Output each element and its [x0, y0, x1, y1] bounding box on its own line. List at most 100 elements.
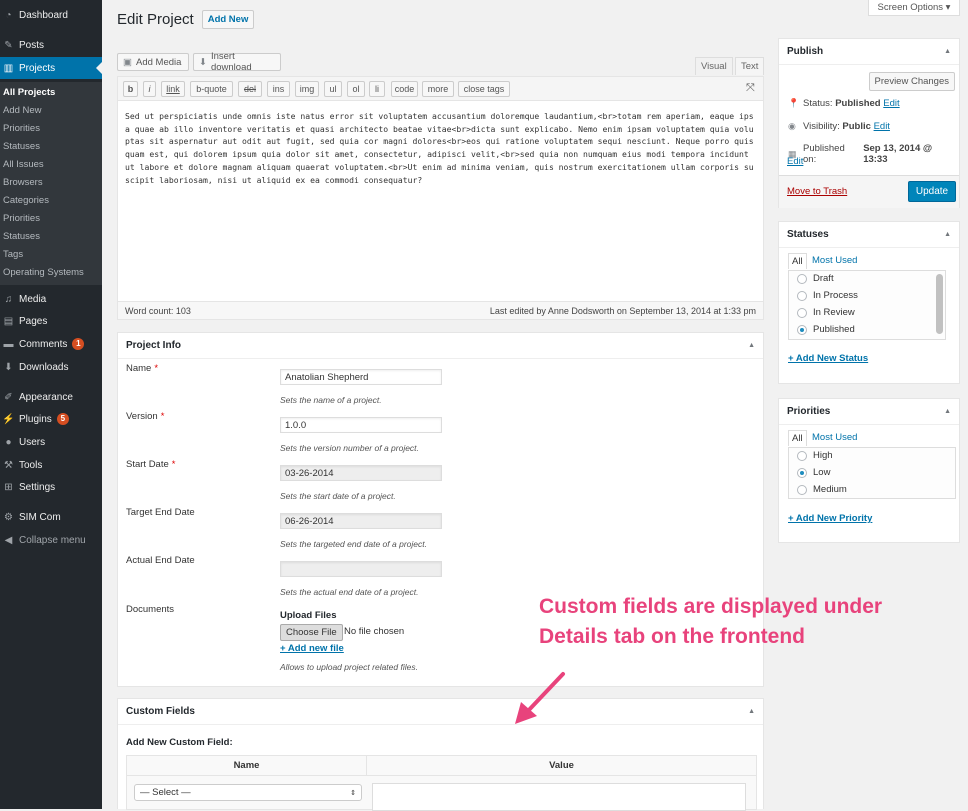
tab-most-used-statuses[interactable]: Most Used: [812, 255, 857, 266]
tab-most-used-priorities[interactable]: Most Used: [812, 432, 857, 443]
submenu-item[interactable]: Categories: [3, 195, 49, 206]
quicktag-b-quote[interactable]: b-quote: [190, 81, 233, 97]
custom-field-value-textarea[interactable]: [372, 783, 746, 811]
quicktag-b[interactable]: b: [123, 81, 138, 97]
add-new-priority-link[interactable]: + Add New Priority: [788, 513, 872, 524]
quicktag-li[interactable]: li: [369, 81, 385, 97]
field-input-start-date[interactable]: 03-26-2014: [280, 465, 442, 481]
submenu-item[interactable]: Operating Systems: [3, 267, 84, 278]
collapse-caret-icon[interactable]: ▲: [944, 231, 951, 238]
radio-button[interactable]: [797, 307, 807, 318]
submenu-item[interactable]: Priorities: [3, 123, 40, 134]
field-input-version[interactable]: 1.0.0: [280, 417, 442, 433]
quicktag-i[interactable]: i: [143, 81, 156, 97]
submenu-item[interactable]: Add New: [3, 105, 42, 116]
quicktag-close-tags[interactable]: close tags: [458, 81, 510, 97]
radio-button[interactable]: [797, 450, 807, 461]
menu-users[interactable]: ● Users: [0, 431, 102, 453]
menu-sim-com[interactable]: ⚙ SIM Com: [0, 506, 102, 528]
submenu-item[interactable]: Statuses: [3, 141, 40, 152]
menu-pages[interactable]: ▤ Pages: [0, 310, 102, 332]
priorities-option[interactable]: Low: [797, 467, 830, 478]
statuses-option[interactable]: Draft: [797, 273, 834, 284]
statuses-header[interactable]: Statuses ▲: [779, 222, 959, 248]
priorities-header[interactable]: Priorities ▲: [779, 399, 959, 425]
field-input-target-end-date[interactable]: 06-26-2014: [280, 513, 442, 529]
preview-changes-button[interactable]: Preview Changes: [868, 72, 955, 91]
field-label: Name *: [126, 363, 159, 374]
menu-downloads[interactable]: ⬇ Downloads: [0, 356, 102, 378]
quicktag-img[interactable]: img: [295, 81, 319, 97]
quicktag-ins[interactable]: ins: [267, 81, 290, 97]
radio-button[interactable]: [797, 467, 807, 478]
column-name-header: Name: [127, 756, 367, 776]
collapse-caret-icon[interactable]: ▲: [748, 708, 755, 715]
fullscreen-icon[interactable]: ⤧: [746, 82, 755, 95]
menu-posts[interactable]: ✎ Posts: [0, 34, 102, 56]
menu-collapse-menu[interactable]: ◀ Collapse menu: [0, 529, 102, 551]
choose-file-button[interactable]: Choose File: [280, 624, 343, 641]
add-new-status-link[interactable]: + Add New Status: [788, 353, 868, 364]
submenu-item[interactable]: All Issues: [3, 159, 44, 170]
radio-button[interactable]: [797, 484, 807, 495]
collapse-caret-icon[interactable]: ▲: [944, 48, 951, 55]
content-textarea[interactable]: Sed ut perspiciatis unde omnis iste natu…: [125, 110, 755, 186]
collapse-caret-icon[interactable]: ▲: [944, 408, 951, 415]
menu-media[interactable]: ♫ Media: [0, 288, 102, 310]
radio-button[interactable]: [797, 324, 807, 335]
media-icon: ▣: [123, 56, 132, 68]
menu-plugins[interactable]: ⚡ Plugins 5: [0, 408, 102, 430]
statuses-option[interactable]: In Process: [797, 290, 858, 301]
add-new-file-link[interactable]: + Add new file: [280, 643, 344, 654]
menu-settings[interactable]: ⊞ Settings: [0, 476, 102, 498]
submenu-item[interactable]: Statuses: [3, 231, 40, 242]
quicktag-code[interactable]: code: [391, 81, 418, 97]
radio-button[interactable]: [797, 273, 807, 284]
statuses-option[interactable]: In Review: [797, 307, 855, 318]
custom-fields-header[interactable]: Custom Fields ▲: [118, 699, 763, 725]
menu-comments[interactable]: ▬ Comments 1: [0, 333, 102, 355]
menu-tools[interactable]: ⚒ Tools: [0, 454, 102, 476]
insert-download-button[interactable]: ⬇ Insert download: [193, 51, 281, 73]
priorities-option[interactable]: High: [797, 450, 833, 461]
tab-all-statuses[interactable]: All: [788, 253, 807, 269]
project-info-header[interactable]: Project Info ▲: [118, 333, 763, 359]
quicktag-del[interactable]: del: [238, 81, 262, 97]
settings-icon: ⊞: [4, 481, 13, 493]
publish-header[interactable]: Publish ▲: [779, 39, 959, 65]
tab-all-priorities[interactable]: All: [788, 430, 807, 446]
custom-fields-table: Name Value — Select — ⇕: [126, 755, 757, 811]
submenu-item[interactable]: Browsers: [3, 177, 43, 188]
dashboard-icon: ◔: [5, 9, 12, 21]
collapse-caret-icon[interactable]: ▲: [748, 342, 755, 349]
field-input-name[interactable]: Anatolian Shepherd: [280, 369, 442, 385]
priorities-option[interactable]: Medium: [797, 484, 847, 495]
add-media-button[interactable]: ▣ Add Media: [117, 53, 189, 71]
quicktag-ol[interactable]: ol: [347, 81, 365, 97]
users-icon: ●: [5, 436, 12, 448]
edit-status-link[interactable]: Edit: [883, 98, 899, 109]
add-new-button[interactable]: Add New: [201, 10, 255, 29]
radio-button[interactable]: [797, 290, 807, 301]
move-to-trash-link[interactable]: Move to Trash: [787, 186, 847, 197]
submenu-item[interactable]: Tags: [3, 249, 23, 260]
custom-field-name-select[interactable]: — Select — ⇕: [134, 784, 362, 801]
tab-text[interactable]: Text: [735, 57, 765, 75]
edit-visibility-link[interactable]: Edit: [874, 121, 890, 132]
field-input-actual-end-date[interactable]: [280, 561, 442, 577]
tab-visual[interactable]: Visual: [695, 57, 733, 75]
quicktag-ul[interactable]: ul: [324, 81, 342, 97]
menu-appearance[interactable]: ✐ Appearance: [0, 386, 102, 408]
update-button[interactable]: Update: [908, 181, 956, 202]
submenu-item[interactable]: Priorities: [3, 213, 40, 224]
menu-projects[interactable]: ▥ Projects: [0, 57, 102, 79]
quicktag-link[interactable]: link: [161, 81, 185, 97]
simcom-icon: ⚙: [4, 511, 13, 523]
quicktag-more[interactable]: more: [422, 81, 454, 97]
menu-dashboard[interactable]: ◔ Dashboard: [0, 4, 102, 26]
submenu-item[interactable]: All Projects: [3, 87, 55, 98]
statuses-option[interactable]: Published: [797, 324, 855, 335]
screen-options-button[interactable]: Screen Options ▾: [868, 0, 960, 16]
scrollbar[interactable]: [936, 274, 943, 334]
edit-date-link[interactable]: Edit: [787, 156, 803, 167]
